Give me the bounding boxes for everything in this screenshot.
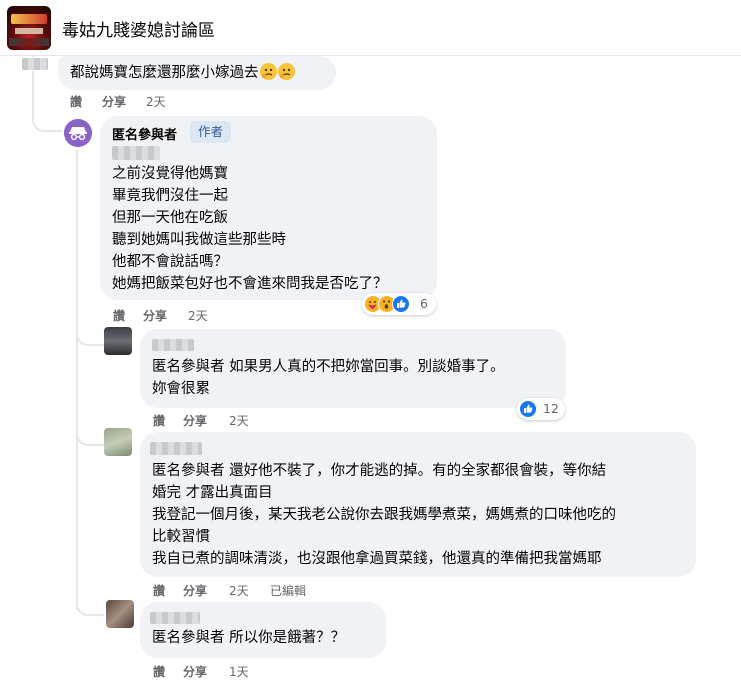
like-action[interactable]: 讚 — [113, 307, 125, 324]
comment-line: 我登記一個月後，某天我老公說你去跟我媽學煮菜，媽媽煮的口味他吃的 — [152, 507, 616, 523]
comment-line: 妳會很累 — [152, 381, 210, 397]
commenter-name-blurred[interactable] — [152, 339, 194, 351]
share-action[interactable]: 分享 — [183, 663, 207, 680]
share-action[interactable]: 分享 — [102, 93, 126, 110]
commenter-name-blurred[interactable] — [150, 442, 202, 455]
comment-bubble: 匿名參與者 之前沒覺得他媽寶 畢竟我們沒住一起 但那一天他在吃飯 聽到她媽叫我做… — [100, 116, 437, 300]
comment-bubble: 都說媽寶怎麼還那麼小嫁過去 — [58, 56, 336, 90]
commenter-avatar[interactable] — [104, 428, 132, 456]
share-action[interactable]: 分享 — [183, 582, 207, 599]
anonymous-avatar[interactable] — [64, 119, 92, 147]
commenter-avatar[interactable] — [106, 600, 134, 628]
anonymous-participant-icon — [64, 119, 92, 147]
commenter-avatar[interactable] — [104, 327, 132, 355]
thread-connector — [76, 420, 104, 446]
group-header: 毒姑九賤婆媳討論區 — [0, 0, 741, 56]
thread-line — [76, 150, 78, 610]
like-action[interactable]: 讚 — [153, 582, 165, 599]
comment-bubble: 匿名參與者 所以你是餓著？？ — [140, 602, 386, 658]
like-action[interactable]: 讚 — [70, 93, 82, 110]
group-avatar[interactable] — [7, 6, 51, 50]
thread-connector — [76, 320, 104, 346]
commenter-name[interactable]: 匿名參與者 — [112, 124, 177, 143]
timestamp[interactable]: 2天 — [188, 307, 208, 324]
thinking-face-icon — [259, 63, 277, 80]
comment-line: 他都不會說話嗎？ — [112, 254, 228, 270]
comment-line: 匿名參與者 還好他不裝了，你才能逃的掉。有的全家都很會裝，等你結 — [152, 463, 607, 479]
author-badge: 作者 — [190, 121, 232, 143]
group-name[interactable]: 毒姑九賤婆媳討論區 — [62, 16, 215, 41]
like-reaction-icon — [392, 295, 410, 313]
edited-label[interactable]: 已編輯 — [270, 582, 306, 599]
reaction-summary[interactable]: 6 — [362, 293, 436, 315]
timestamp[interactable]: 2天 — [229, 582, 249, 599]
commenter-avatar-blurred[interactable] — [22, 58, 48, 70]
comment-line: 匿名參與者 所以你是餓著？？ — [152, 630, 346, 646]
like-reaction-icon — [519, 400, 537, 418]
thread-connector — [32, 100, 62, 132]
thinking-face-icon — [277, 63, 295, 80]
reaction-summary[interactable]: 12 — [517, 398, 565, 420]
like-action[interactable]: 讚 — [153, 412, 165, 429]
reaction-count: 6 — [420, 296, 428, 311]
blurred-text — [112, 146, 160, 160]
share-action[interactable]: 分享 — [143, 307, 167, 324]
commenter-name-blurred[interactable] — [150, 612, 200, 624]
comment-line: 之前沒覺得他媽寶 — [112, 166, 228, 182]
comment-line: 她媽把飯菜包好也不會進來問我是否吃了？ — [112, 276, 388, 292]
comment-bubble: 匿名參與者 還好他不裝了，你才能逃的掉。有的全家都很會裝，等你結 婚完 才露出真… — [140, 432, 696, 577]
comment-line: 聽到她媽叫我做這些那些時 — [112, 232, 286, 248]
reaction-count: 12 — [543, 401, 559, 416]
comment-line: 婚完 才露出真面目 — [152, 485, 273, 501]
timestamp[interactable]: 2天 — [146, 93, 166, 110]
comment-line: 畢竟我們沒住一起 — [112, 188, 228, 204]
comment-line: 但那一天他在吃飯 — [112, 210, 228, 226]
timestamp[interactable]: 1天 — [229, 663, 249, 680]
comment-line: 比較習慣 — [152, 529, 210, 545]
thread-connector — [76, 590, 104, 616]
comment-bubble: 匿名參與者 如果男人真的不把妳當回事。別談婚事了。 妳會很累 — [140, 329, 566, 408]
comment-line: 我自已煮的調味清淡，也沒跟他拿過買菜錢，他還真的準備把我當媽耶 — [152, 551, 602, 567]
share-action[interactable]: 分享 — [183, 412, 207, 429]
comment-line: 匿名參與者 如果男人真的不把妳當回事。別談婚事了。 — [152, 359, 505, 375]
timestamp[interactable]: 2天 — [229, 412, 249, 429]
comment-text: 都說媽寶怎麼還那麼小嫁過去 — [70, 65, 259, 81]
like-action[interactable]: 讚 — [153, 663, 165, 680]
